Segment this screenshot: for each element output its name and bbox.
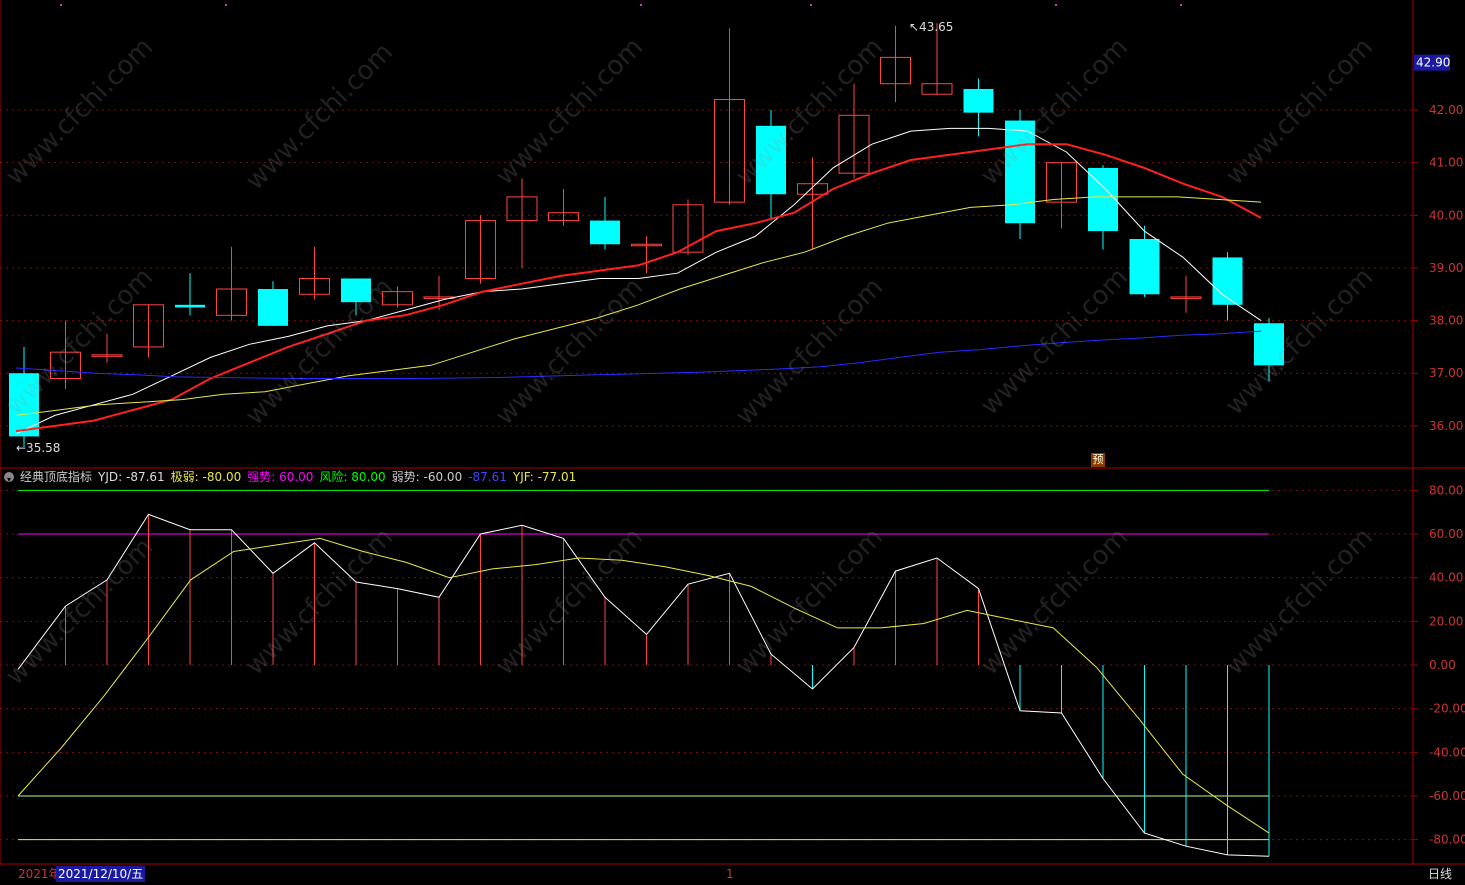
yjf-value: YJF: -77.01 [512,470,577,484]
circle-arrow-icon[interactable]: ▾ [4,472,14,484]
candle-body-down [9,373,39,437]
price-tick-label: 40.00 [1429,208,1463,222]
ma5-line [15,127,1262,435]
indicator-tick-label: -60.00 [1429,789,1465,803]
price-tick-label: 36.00 [1429,419,1463,433]
candle-body-down [1005,120,1035,224]
moving-average-layer [15,127,1262,435]
candle-body-down [175,304,205,308]
grid-layer [0,0,1465,865]
price-tick-label: 41.00 [1429,156,1463,170]
forecast-badge[interactable]: 预 [1091,453,1105,467]
min-price-label: ←35.58 [16,441,60,455]
period-label[interactable]: 日线 [1428,866,1452,882]
yjd-line [17,513,1270,857]
blue-value: -87.61 [468,470,507,484]
year-label: 2021年 [18,867,61,881]
yjf-line [17,537,1270,834]
top-marker-dot [225,4,227,6]
price-tick-label: 42.00 [1429,103,1463,117]
indicator-tick-label: -40.00 [1429,745,1465,759]
candle-body-down [341,278,371,303]
candle-body-down [756,125,786,195]
stock-chart[interactable]: 42.00 41.00 40.00 39.00 38.00 37.00 36.00 42.90… [0,0,1465,885]
candle-body-down [590,220,620,245]
candle-body-down [963,88,994,113]
indicator-tick-label: -80.00 [1429,833,1465,847]
max-price-label: ↖43.65 [909,20,953,34]
indicator-layer [17,489,1270,857]
month-marker: 1 [726,867,734,881]
jiruo-value: 极弱: -80.00 [170,470,242,484]
ma10-line [15,143,1262,433]
qiangshi-value: 强势: 60.00 [247,470,314,484]
fengxian-value: 风险: 80.00 [319,470,386,484]
indicator-tick-label: 40.00 [1429,571,1463,585]
indicator-tick-label: 60.00 [1429,527,1463,541]
candle-body-down [1129,239,1160,295]
ma60-line [15,330,1262,379]
top-marker-dot [60,4,62,6]
price-tick-label: 39.00 [1429,261,1463,275]
top-marker-dot [640,4,642,6]
candle-body-down [258,289,288,326]
top-marker-dot [1180,4,1182,6]
indicator-tick-label: -20.00 [1429,702,1465,716]
price-tick-label: 37.00 [1429,366,1463,380]
indicator-tick-label: 80.00 [1429,483,1463,497]
ruoshi-value: 弱势: -60.00 [391,470,463,484]
indicator-tick-label: 20.00 [1429,614,1463,628]
top-marker-dot [810,4,812,6]
top-marker-dot [1055,4,1057,6]
yjd-value: YJD: -87.61 [98,470,165,484]
candle-body-down [1254,323,1284,366]
cursor-date: 2021/12/10/五 [56,866,146,882]
indicator-header: ▾ 经典顶底指标 YJD: -87.61 极弱: -80.00 强势: 60.0… [4,469,576,485]
indicator-tick-label: 0.00 [1429,658,1456,672]
current-price-label: 42.90 [1416,56,1450,70]
indicator-name[interactable]: 经典顶底指标 [20,469,92,485]
price-axis: 42.00 41.00 40.00 39.00 38.00 37.00 36.00 42.90… [16,20,1465,846]
price-tick-label: 38.00 [1429,314,1463,328]
